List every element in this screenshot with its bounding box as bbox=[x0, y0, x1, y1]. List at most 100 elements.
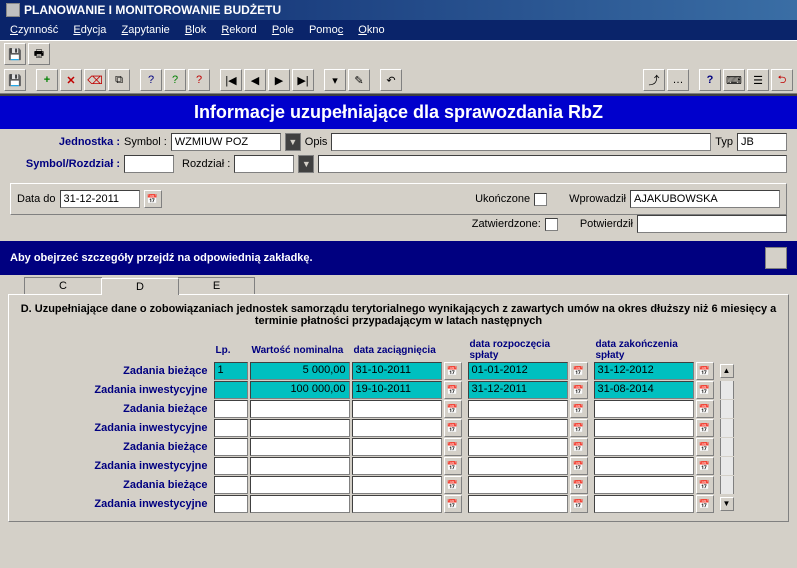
tb-query-exec-icon[interactable]: ? bbox=[164, 69, 186, 91]
calendar-icon[interactable]: 📅 bbox=[696, 362, 714, 380]
cell-data-zak[interactable]: 31-08-2014 bbox=[594, 381, 694, 399]
calendar-icon[interactable]: 📅 bbox=[570, 362, 588, 380]
calendar-icon[interactable]: 📅 bbox=[444, 400, 462, 418]
tb-save-icon[interactable]: 💾 bbox=[4, 43, 26, 65]
tab-e[interactable]: E bbox=[178, 277, 255, 294]
cell-data-zac[interactable] bbox=[352, 419, 442, 437]
tb-delete-icon[interactable]: ✕ bbox=[60, 69, 82, 91]
cell-data-rozp[interactable] bbox=[468, 400, 568, 418]
tb-query-cancel-icon[interactable]: ? bbox=[188, 69, 210, 91]
calendar-icon[interactable]: 📅 bbox=[444, 495, 462, 513]
cell-lp[interactable] bbox=[214, 438, 248, 456]
tb-prev-icon[interactable]: ◀ bbox=[244, 69, 266, 91]
zatwierdzone-checkbox[interactable] bbox=[545, 218, 558, 231]
tb-last-icon[interactable]: ▶| bbox=[292, 69, 314, 91]
menu-blok[interactable]: Blok bbox=[179, 22, 212, 38]
calendar-icon[interactable]: 📅 bbox=[444, 457, 462, 475]
calendar-icon[interactable]: 📅 bbox=[444, 419, 462, 437]
cell-data-zak[interactable] bbox=[594, 457, 694, 475]
tb-next-icon[interactable]: ▶ bbox=[268, 69, 290, 91]
menu-okno[interactable]: Okno bbox=[352, 22, 390, 38]
cell-data-zac[interactable] bbox=[352, 476, 442, 494]
tb-clear-icon[interactable]: ⌫ bbox=[84, 69, 106, 91]
cell-wartosc[interactable] bbox=[250, 476, 350, 494]
calendar-icon[interactable]: 📅 bbox=[444, 476, 462, 494]
calendar-icon[interactable]: 📅 bbox=[696, 476, 714, 494]
cell-data-rozp[interactable]: 01-01-2012 bbox=[468, 362, 568, 380]
calendar-icon[interactable]: 📅 bbox=[570, 419, 588, 437]
tb-undo-icon[interactable]: ↶ bbox=[380, 69, 402, 91]
scroll-track[interactable] bbox=[720, 476, 734, 494]
tb-more-icon[interactable]: … bbox=[667, 69, 689, 91]
calendar-icon[interactable]: 📅 bbox=[696, 400, 714, 418]
menu-czynnosc[interactable]: Czynność bbox=[4, 22, 64, 38]
menu-pomoc[interactable]: Pomoc bbox=[303, 22, 349, 38]
calendar-icon[interactable]: 📅 bbox=[570, 438, 588, 456]
cell-data-zak[interactable] bbox=[594, 438, 694, 456]
cell-data-zac[interactable] bbox=[352, 438, 442, 456]
cell-data-zak[interactable]: 31-12-2012 bbox=[594, 362, 694, 380]
menu-pole[interactable]: Pole bbox=[266, 22, 300, 38]
calendar-icon[interactable]: 📅 bbox=[696, 457, 714, 475]
cell-lp[interactable]: 1 bbox=[214, 362, 248, 380]
menu-edycja[interactable]: Edycja bbox=[67, 22, 112, 38]
cell-data-zac[interactable]: 31-10-2011 bbox=[352, 362, 442, 380]
cell-data-rozp[interactable] bbox=[468, 476, 568, 494]
data-do-calendar-icon[interactable]: 📅 bbox=[144, 190, 162, 208]
cell-lp[interactable] bbox=[214, 476, 248, 494]
cell-data-rozp[interactable] bbox=[468, 419, 568, 437]
cell-lp[interactable] bbox=[214, 457, 248, 475]
cell-wartosc[interactable]: 5 000,00 bbox=[250, 362, 350, 380]
tb-exit-icon[interactable]: ⤴ bbox=[643, 69, 665, 91]
cell-lp[interactable] bbox=[214, 419, 248, 437]
calendar-icon[interactable]: 📅 bbox=[570, 457, 588, 475]
rozdzial-input[interactable] bbox=[234, 155, 294, 173]
cell-data-zac[interactable]: 19-10-2011 bbox=[352, 381, 442, 399]
calendar-icon[interactable]: 📅 bbox=[570, 495, 588, 513]
cell-data-zak[interactable] bbox=[594, 495, 694, 513]
cell-lp[interactable] bbox=[214, 495, 248, 513]
cell-data-zak[interactable] bbox=[594, 419, 694, 437]
tb-copy-icon[interactable]: ⧉ bbox=[108, 69, 130, 91]
cell-wartosc[interactable] bbox=[250, 400, 350, 418]
cell-wartosc[interactable] bbox=[250, 457, 350, 475]
calendar-icon[interactable]: 📅 bbox=[696, 495, 714, 513]
tb-keys-icon[interactable]: ⌨ bbox=[723, 69, 745, 91]
calendar-icon[interactable]: 📅 bbox=[444, 438, 462, 456]
scroll-track[interactable] bbox=[720, 438, 734, 456]
cell-lp[interactable] bbox=[214, 381, 248, 399]
calendar-icon[interactable]: 📅 bbox=[696, 381, 714, 399]
rozdzial-dropdown-icon[interactable]: ▼ bbox=[298, 155, 314, 173]
cell-wartosc[interactable] bbox=[250, 419, 350, 437]
tb-lov-icon[interactable]: ▾ bbox=[324, 69, 346, 91]
calendar-icon[interactable]: 📅 bbox=[696, 438, 714, 456]
menu-rekord[interactable]: Rekord bbox=[215, 22, 262, 38]
cell-data-zac[interactable] bbox=[352, 495, 442, 513]
scroll-up-icon[interactable]: ▲ bbox=[720, 364, 734, 378]
cell-wartosc[interactable]: 100 000,00 bbox=[250, 381, 350, 399]
calendar-icon[interactable]: 📅 bbox=[444, 362, 462, 380]
tb-edit-icon[interactable]: ✎ bbox=[348, 69, 370, 91]
tab-c[interactable]: C bbox=[24, 277, 102, 294]
calendar-icon[interactable]: 📅 bbox=[696, 419, 714, 437]
symbol-input[interactable] bbox=[171, 133, 281, 151]
ukonczone-checkbox[interactable] bbox=[534, 193, 547, 206]
calendar-icon[interactable]: 📅 bbox=[570, 476, 588, 494]
typ-input[interactable] bbox=[737, 133, 787, 151]
tb-close-icon[interactable]: ⮌ bbox=[771, 69, 793, 91]
symbol-rozdzial-input[interactable] bbox=[124, 155, 174, 173]
tb-list-icon[interactable]: ☰ bbox=[747, 69, 769, 91]
scroll-track[interactable] bbox=[720, 381, 734, 399]
opis-input[interactable] bbox=[331, 133, 711, 151]
tb-print-icon[interactable]: 🖶 bbox=[28, 43, 50, 65]
menu-zapytanie[interactable]: Zapytanie bbox=[115, 22, 175, 38]
cell-data-rozp[interactable] bbox=[468, 495, 568, 513]
cell-data-rozp[interactable] bbox=[468, 438, 568, 456]
cell-wartosc[interactable] bbox=[250, 438, 350, 456]
cell-lp[interactable] bbox=[214, 400, 248, 418]
cell-wartosc[interactable] bbox=[250, 495, 350, 513]
tb-first-icon[interactable]: |◀ bbox=[220, 69, 242, 91]
scroll-track[interactable] bbox=[720, 400, 734, 418]
cell-data-zak[interactable] bbox=[594, 400, 694, 418]
scroll-track[interactable] bbox=[720, 419, 734, 437]
